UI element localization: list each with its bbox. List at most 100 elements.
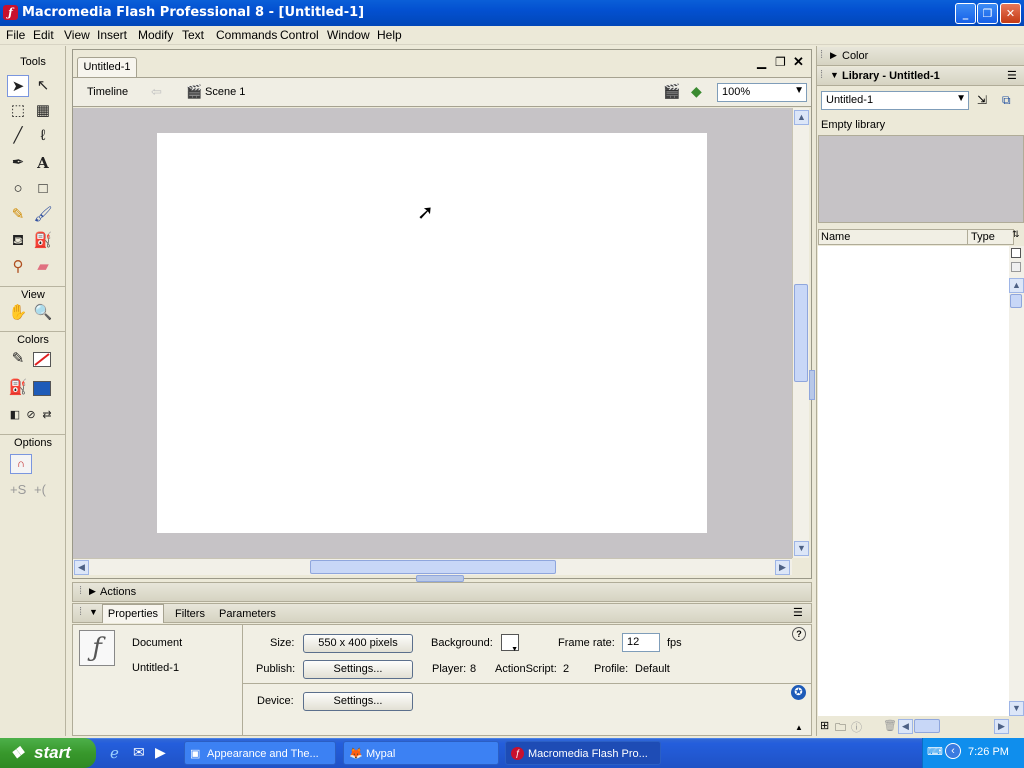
rectangle-tool-icon[interactable]: □ xyxy=(32,178,54,200)
library-panel-header[interactable]: ⁞ ▼ Library - Untitled-1 ☰ xyxy=(817,67,1024,86)
scroll-left-icon[interactable]: ◀ xyxy=(74,560,89,575)
edit-symbols-icon[interactable]: ◆ xyxy=(691,83,702,100)
color-panel-header[interactable]: ⁞ ▶ Color xyxy=(817,47,1024,66)
vertical-scroll-thumb[interactable] xyxy=(794,284,808,382)
pen-tool-icon[interactable]: ✒ xyxy=(7,152,29,174)
timeline-toggle[interactable]: Timeline xyxy=(87,86,128,98)
library-scrollbar[interactable]: ▲ ▼ xyxy=(1009,246,1024,716)
lasso-tool-icon[interactable]: ℓ xyxy=(32,125,54,147)
pencil-tool-icon[interactable]: ✎ xyxy=(7,204,29,226)
menu-edit[interactable]: Edit xyxy=(33,28,54,42)
actions-panel-header[interactable]: ⁞ ▶ Actions xyxy=(72,582,812,602)
close-button[interactable]: ✕ xyxy=(1000,3,1021,24)
panel-splitter-handle[interactable] xyxy=(809,370,815,400)
clock[interactable]: 7:26 PM xyxy=(968,746,1009,758)
menu-help[interactable]: Help xyxy=(377,28,402,42)
delete-icon[interactable]: 🗑 xyxy=(883,719,897,732)
new-folder-icon[interactable]: 🗀 xyxy=(835,719,846,738)
panel-options-icon[interactable]: ☰ xyxy=(1007,69,1017,82)
vertical-scrollbar[interactable]: ▲ ▼ xyxy=(792,108,809,558)
device-settings-button[interactable]: Settings... xyxy=(303,692,413,711)
menu-view[interactable]: View xyxy=(64,28,90,42)
properties-icon[interactable]: ⓘ xyxy=(851,719,862,735)
task-mypal[interactable]: 🦊 Mypal xyxy=(343,741,499,765)
library-list[interactable] xyxy=(818,246,1014,716)
new-symbol-icon[interactable]: ⊞ xyxy=(820,719,829,732)
col-type[interactable]: Type xyxy=(971,231,995,243)
publish-settings-button[interactable]: Settings... xyxy=(303,660,413,679)
panel-collapse-handle[interactable] xyxy=(416,575,464,582)
keyboard-icon[interactable]: ⌨ xyxy=(927,745,943,758)
scroll-up-icon[interactable]: ▲ xyxy=(794,110,809,125)
email-icon[interactable]: ✉ xyxy=(133,744,145,761)
ink-bottle-tool-icon[interactable]: ⛾ xyxy=(7,230,29,252)
paint-bucket-tool-icon[interactable]: ⛽ xyxy=(32,230,54,252)
narrow-view-icon[interactable] xyxy=(1011,262,1021,272)
task-flash[interactable]: ƒ Macromedia Flash Pro... xyxy=(505,741,661,765)
free-transform-tool-icon[interactable]: ⬚ xyxy=(7,100,29,122)
size-button[interactable]: 550 x 400 pixels xyxy=(303,634,413,653)
doc-minimize-icon[interactable]: ▁ xyxy=(757,55,766,69)
fill-color-swatch[interactable] xyxy=(33,381,51,396)
selection-tool-icon[interactable]: ➤ xyxy=(7,75,29,97)
new-library-panel-icon[interactable]: ⧉ xyxy=(1002,93,1011,108)
zoom-select[interactable]: 100% ▼ xyxy=(717,83,807,102)
swap-colors-icon[interactable]: ⇄ xyxy=(36,404,58,426)
tab-properties[interactable]: Properties xyxy=(102,604,164,623)
help-icon[interactable]: ? xyxy=(792,627,806,641)
background-color-swatch[interactable]: ▼ xyxy=(501,634,519,653)
collapse-arrow-icon[interactable]: ▼ xyxy=(89,607,98,617)
library-hscroll-thumb[interactable] xyxy=(914,719,940,733)
eraser-tool-icon[interactable]: ▰ xyxy=(32,256,54,278)
pin-library-icon[interactable]: ⇲ xyxy=(977,93,987,107)
menu-modify[interactable]: Modify xyxy=(138,28,173,42)
gradient-transform-tool-icon[interactable]: ▦ xyxy=(32,100,54,122)
scroll-left-icon[interactable]: ◀ xyxy=(898,719,913,734)
library-select[interactable]: Untitled-1 ▼ xyxy=(821,91,969,110)
media-player-icon[interactable]: ▶ xyxy=(155,744,166,761)
menu-insert[interactable]: Insert xyxy=(97,28,127,42)
col-name[interactable]: Name xyxy=(821,231,850,243)
menu-file[interactable]: File xyxy=(6,28,25,42)
text-tool-icon[interactable]: A xyxy=(32,152,54,174)
menu-control[interactable]: Control xyxy=(280,28,319,42)
scroll-right-icon[interactable]: ▶ xyxy=(775,560,790,575)
zoom-tool-icon[interactable]: 🔍 xyxy=(32,302,54,324)
minimize-button[interactable]: _ xyxy=(955,3,976,24)
internet-explorer-icon[interactable]: ℯ xyxy=(110,744,119,762)
show-hidden-icons-icon[interactable]: ‹ xyxy=(945,743,961,759)
library-scroll-thumb[interactable] xyxy=(1010,294,1022,308)
eyedropper-tool-icon[interactable]: ⚲ xyxy=(7,256,29,278)
resize-corner-icon[interactable]: ▲ xyxy=(795,723,803,732)
menu-commands[interactable]: Commands xyxy=(216,28,277,42)
task-appearance[interactable]: ▣ Appearance and The... xyxy=(184,741,336,765)
scroll-right-icon[interactable]: ▶ xyxy=(994,719,1009,734)
edit-scene-icon[interactable]: 🎬 xyxy=(663,83,680,100)
hand-tool-icon[interactable]: ✋ xyxy=(7,302,29,324)
sort-icon[interactable]: ⇅ xyxy=(1012,229,1020,240)
oval-tool-icon[interactable]: ○ xyxy=(7,178,29,200)
doc-close-icon[interactable]: ✕ xyxy=(793,54,804,70)
snap-to-objects-icon[interactable]: ∩ xyxy=(10,454,32,474)
horizontal-scroll-thumb[interactable] xyxy=(310,560,556,574)
frame-rate-input[interactable]: 12 xyxy=(622,633,660,652)
tab-parameters[interactable]: Parameters xyxy=(219,608,276,620)
panel-options-icon[interactable]: ☰ xyxy=(793,606,803,619)
menu-text[interactable]: Text xyxy=(182,28,204,42)
scroll-down-icon[interactable]: ▼ xyxy=(794,541,809,556)
restore-button[interactable]: ❐ xyxy=(977,3,998,24)
doc-restore-icon[interactable]: ❐ xyxy=(775,55,786,69)
document-tab[interactable]: Untitled-1 xyxy=(77,57,137,77)
horizontal-scrollbar[interactable]: ◀ ▶ xyxy=(73,558,792,575)
stage[interactable] xyxy=(157,133,707,533)
wide-view-icon[interactable] xyxy=(1011,248,1021,258)
scroll-down-icon[interactable]: ▼ xyxy=(1009,701,1024,716)
brush-tool-icon[interactable]: 🖌 xyxy=(32,204,54,226)
scroll-up-icon[interactable]: ▲ xyxy=(1009,278,1024,293)
accessibility-icon[interactable]: ✪ xyxy=(791,685,806,700)
start-button[interactable]: ❖ start xyxy=(0,738,96,768)
line-tool-icon[interactable]: ╱ xyxy=(7,125,29,147)
subselection-tool-icon[interactable]: ↖ xyxy=(32,75,54,97)
tab-filters[interactable]: Filters xyxy=(175,608,205,620)
menu-window[interactable]: Window xyxy=(327,28,370,42)
